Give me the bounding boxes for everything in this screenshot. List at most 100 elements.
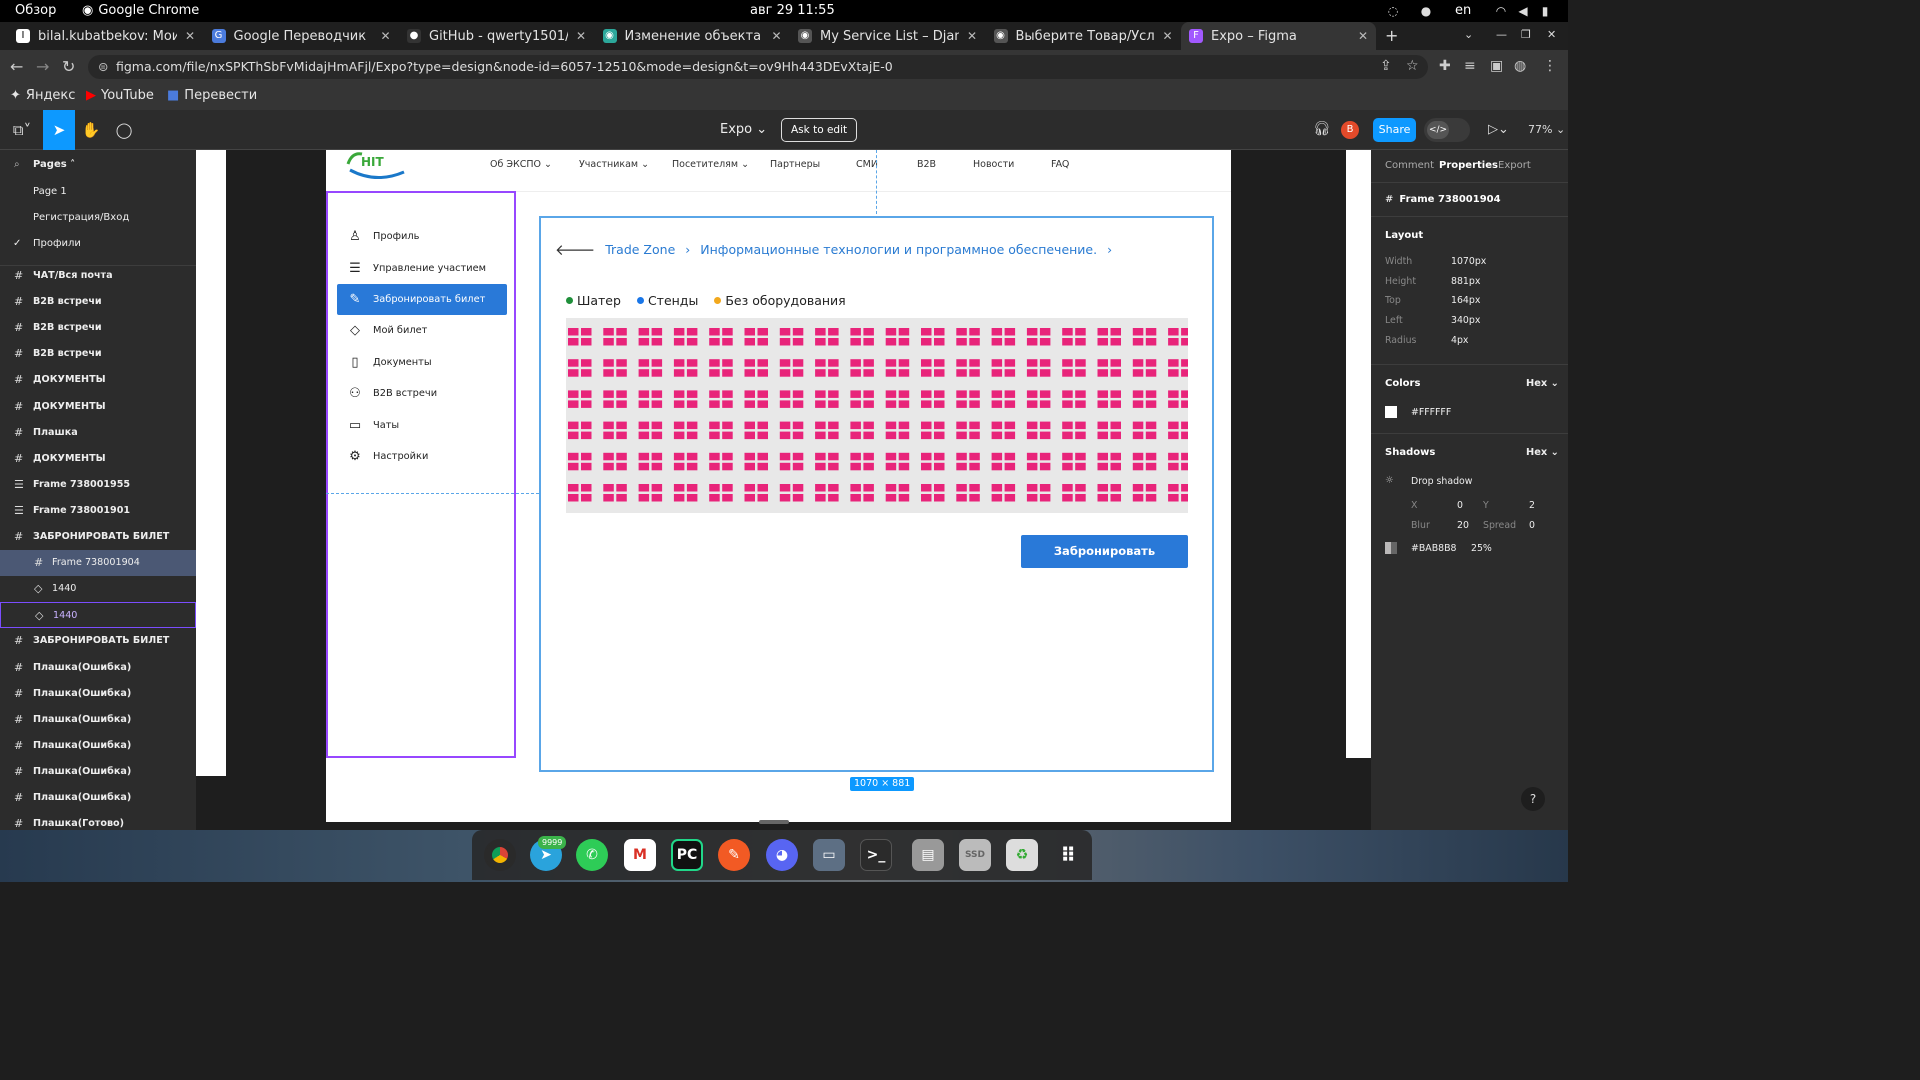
booth[interactable] (673, 390, 698, 408)
booth[interactable] (885, 484, 910, 502)
seat[interactable] (709, 359, 720, 367)
seat[interactable] (921, 359, 932, 367)
seat[interactable] (1039, 431, 1051, 440)
seat[interactable] (638, 462, 650, 471)
browser-tab[interactable]: ◉ Изменение объекта в DR ✕ (595, 22, 790, 50)
seat[interactable] (1145, 484, 1157, 492)
seat[interactable] (638, 338, 650, 346)
seat[interactable] (815, 431, 826, 440)
seat[interactable] (1062, 421, 1073, 430)
seat[interactable] (603, 328, 614, 336)
layer-item[interactable]: # ДОКУМЕНТЫ (0, 367, 196, 393)
seat[interactable] (1168, 338, 1179, 346)
seat[interactable] (1181, 462, 1188, 471)
seat[interactable] (792, 390, 804, 398)
seat[interactable] (792, 452, 804, 461)
booth[interactable] (638, 452, 663, 471)
seat[interactable] (581, 328, 592, 336)
seat[interactable] (898, 390, 910, 398)
booth[interactable] (1168, 484, 1188, 502)
file-name[interactable]: Expo ⌄ (720, 122, 767, 137)
seat[interactable] (1110, 431, 1122, 440)
seat[interactable] (686, 421, 698, 430)
seat[interactable] (709, 328, 720, 336)
booth[interactable] (850, 359, 874, 377)
booth[interactable] (1097, 359, 1122, 377)
frame-left[interactable] (196, 150, 226, 776)
seat[interactable] (568, 452, 579, 461)
seat[interactable] (686, 369, 698, 377)
layer-item[interactable]: # Плашка(Ошибка) (0, 785, 196, 811)
seat[interactable] (934, 390, 945, 398)
seat[interactable] (828, 452, 839, 461)
seat[interactable] (1097, 338, 1109, 346)
sidebar-item[interactable]: ▯ Документы (337, 347, 507, 378)
seat[interactable] (1132, 369, 1144, 377)
seat[interactable] (1062, 494, 1073, 502)
frame-right[interactable] (1346, 150, 1371, 758)
seat[interactable] (898, 452, 910, 461)
seat[interactable] (603, 421, 614, 430)
seat[interactable] (792, 400, 804, 408)
seat[interactable] (1132, 390, 1144, 398)
booth[interactable] (991, 390, 1016, 408)
seat[interactable] (828, 421, 839, 430)
seat[interactable] (581, 484, 592, 492)
seat[interactable] (744, 452, 756, 461)
seat[interactable] (1168, 484, 1179, 492)
layer-item[interactable]: # B2B встречи (0, 315, 196, 341)
booth[interactable] (744, 328, 769, 346)
booth[interactable] (1168, 452, 1188, 471)
booth[interactable] (603, 328, 627, 346)
shadow-opacity[interactable]: 25% (1471, 543, 1492, 554)
seat[interactable] (603, 390, 614, 398)
booth[interactable] (673, 452, 698, 471)
shadow-color[interactable]: #BAB8B8 (1411, 543, 1457, 554)
booth[interactable] (921, 452, 945, 471)
page-item-current[interactable]: ✓ Профили (0, 231, 196, 257)
shadow-swatch[interactable] (1385, 542, 1397, 554)
seat[interactable] (956, 484, 967, 492)
seat[interactable] (1168, 431, 1179, 440)
seat[interactable] (1132, 338, 1144, 346)
seat[interactable] (779, 494, 791, 502)
browser-tab[interactable]: Ibilal.kubatbekov: Мои пл ✕ (8, 22, 203, 50)
seat[interactable] (1039, 338, 1051, 346)
layout-value[interactable]: 881px (1451, 276, 1480, 287)
seat[interactable] (934, 462, 945, 471)
terminal-icon[interactable]: >_ (860, 839, 892, 871)
seat[interactable] (581, 494, 592, 502)
seat[interactable] (1075, 484, 1086, 492)
seat[interactable] (709, 484, 720, 492)
seat[interactable] (1026, 400, 1038, 408)
seat[interactable] (1132, 462, 1144, 471)
seat[interactable] (1132, 484, 1144, 492)
booth[interactable] (673, 484, 698, 502)
seat[interactable] (828, 484, 839, 492)
clock[interactable]: авг 29 11:55 (750, 3, 835, 18)
seat[interactable] (1097, 328, 1109, 336)
seat[interactable] (651, 452, 663, 461)
seat[interactable] (956, 328, 967, 336)
seat[interactable] (638, 431, 650, 440)
seat[interactable] (1181, 338, 1188, 346)
booth[interactable] (744, 421, 769, 440)
seat[interactable] (1062, 369, 1073, 377)
seat[interactable] (828, 400, 839, 408)
active-app-label[interactable]: ◉ Google Chrome (82, 3, 199, 18)
booth[interactable] (956, 390, 980, 408)
seat[interactable] (616, 400, 627, 408)
seat[interactable] (1097, 494, 1109, 502)
seat[interactable] (1181, 328, 1188, 336)
seat[interactable] (709, 421, 720, 430)
seat[interactable] (1181, 484, 1188, 492)
whatsapp-icon[interactable]: ✆ (576, 839, 608, 871)
booth[interactable] (568, 328, 592, 346)
seat[interactable] (722, 452, 733, 461)
seat[interactable] (1026, 359, 1038, 367)
seat[interactable] (1039, 390, 1051, 398)
seat[interactable] (1132, 359, 1144, 367)
seat[interactable] (1062, 452, 1073, 461)
seat[interactable] (956, 462, 967, 471)
seat[interactable] (779, 328, 791, 336)
